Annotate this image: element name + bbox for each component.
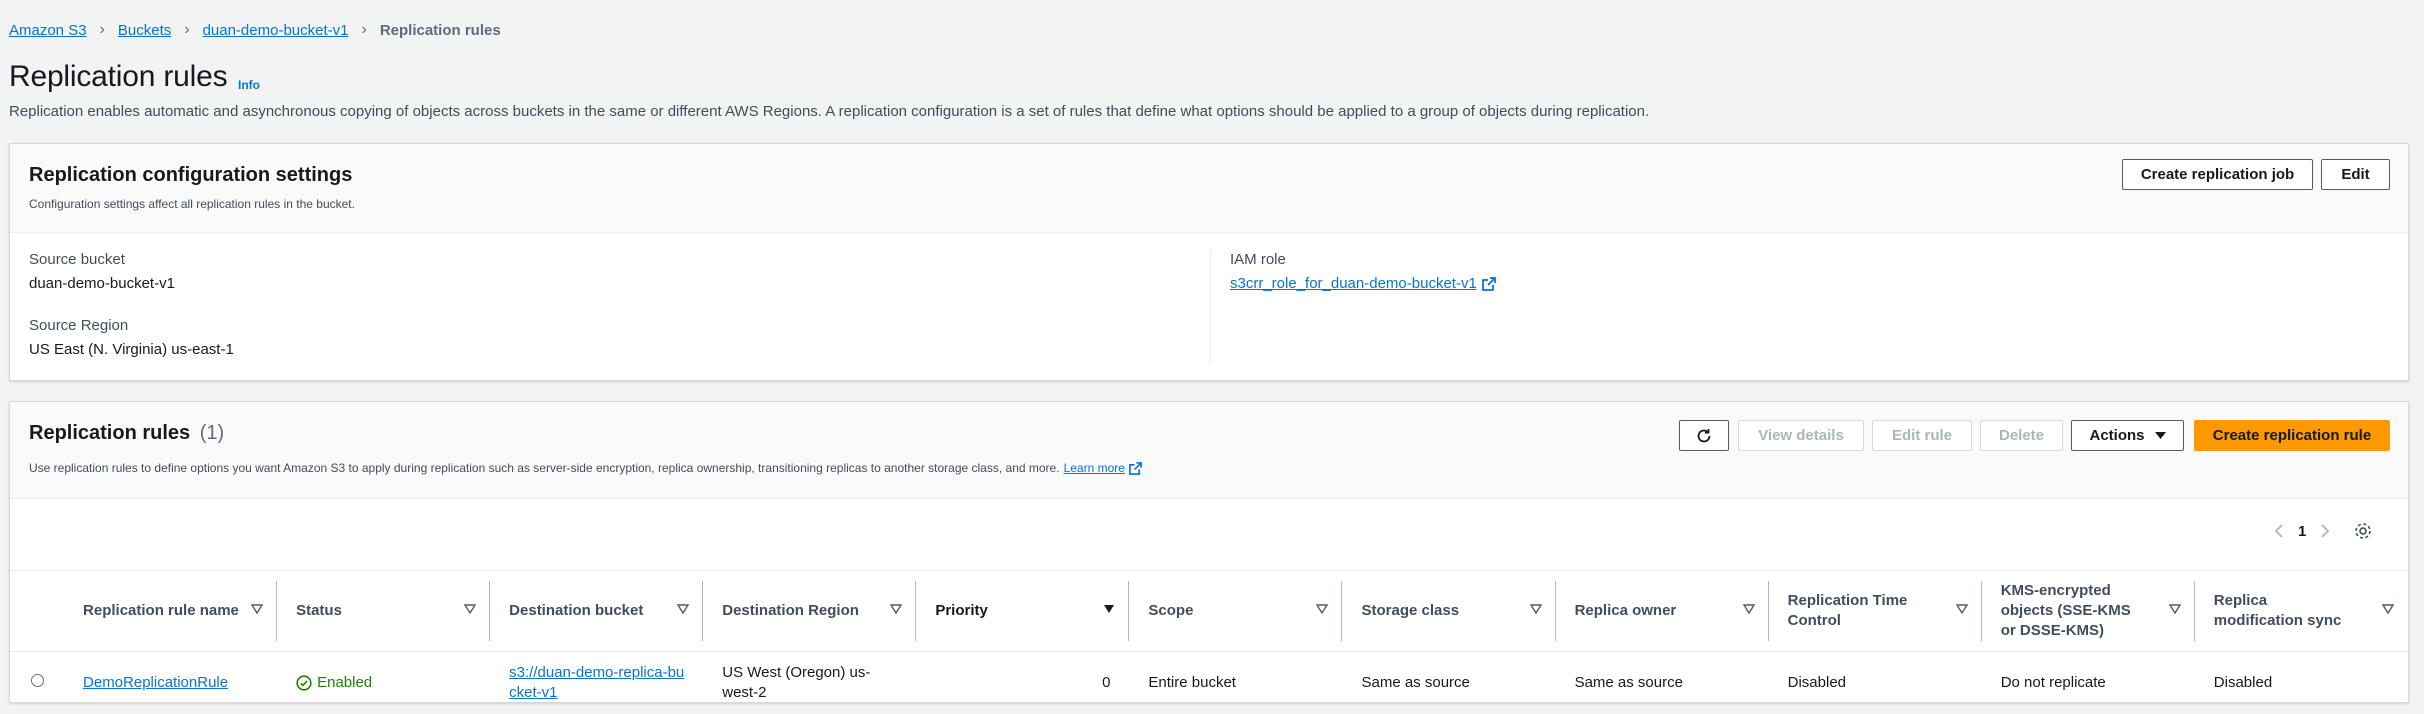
source-bucket-label: Source bucket [29,251,125,268]
previous-page-icon[interactable] [2274,523,2284,539]
rules-panel-header: Replication rules (1) Use replication ru… [10,402,2408,499]
page-number[interactable]: 1 [2298,523,2306,540]
sort-icon [464,603,476,615]
rtc-cell: Disabled [1769,652,1982,714]
table-row[interactable]: DemoReplicationRule Enabled s3://duan-de… [10,652,2408,714]
select-column-header [10,571,64,652]
sort-descending-icon [1103,603,1115,615]
page-title: Replication rules [9,60,227,94]
info-link[interactable]: Info [238,78,260,92]
next-page-icon[interactable] [2320,523,2330,539]
chevron-right-icon: › [184,21,189,39]
config-panel-subtitle: Configuration settings affect all replic… [29,197,355,211]
rules-title-text: Replication rules [29,422,190,444]
actions-button[interactable]: Actions [2071,420,2184,451]
table-header-row: Replication rule name Status Destination… [10,571,2408,652]
rule-name-cell: DemoReplicationRule [64,652,277,714]
destination-region-cell: US West (Oregon) us-west-2 [703,652,916,714]
sort-icon [1956,603,1968,615]
column-header-scope[interactable]: Scope [1129,571,1342,652]
column-header-status[interactable]: Status [277,571,490,652]
breadcrumb: Amazon S3 › Buckets › duan-demo-bucket-v… [9,20,501,40]
learn-more-link[interactable]: Learn more [1064,461,1125,475]
config-panel-header: Replication configuration settings Confi… [10,144,2408,233]
row-radio-button[interactable] [31,674,44,687]
external-link-icon [1129,462,1142,475]
source-region-value: US East (N. Virginia) us-east-1 [29,341,234,358]
column-header-priority[interactable]: Priority [916,571,1129,652]
check-circle-icon [296,675,312,691]
column-header-destination-bucket[interactable]: Destination bucket [490,571,703,652]
delete-button[interactable]: Delete [1980,420,2063,451]
status-text: Enabled [317,673,372,693]
sort-icon [2382,603,2394,615]
column-header-destination-region[interactable]: Destination Region [703,571,916,652]
sort-icon [890,603,902,615]
config-panel-title: Replication configuration settings [29,164,352,187]
view-details-button[interactable]: View details [1738,420,1864,451]
column-header-storage-class[interactable]: Storage class [1342,571,1555,652]
replication-rules-panel: Replication rules (1) Use replication ru… [9,401,2409,703]
replica-mod-sync-cell: Disabled [2195,652,2408,714]
scope-cell: Entire bucket [1129,652,1342,714]
kms-cell: Do not replicate [1982,652,2195,714]
destination-bucket-link[interactable]: s3://duan-demo-replica-bucket-v1 [509,664,684,701]
settings-gear-icon[interactable] [2354,522,2372,540]
edit-config-button[interactable]: Edit [2321,159,2390,190]
destination-bucket-cell: s3://duan-demo-replica-bucket-v1 [490,652,703,714]
iam-role-link[interactable]: s3crr_role_for_duan-demo-bucket-v1 [1230,275,1477,292]
column-header-rtc[interactable]: Replication Time Control [1769,571,1982,652]
sort-icon [1530,603,1542,615]
source-region-label: Source Region [29,317,128,334]
create-replication-rule-button[interactable]: Create replication rule [2194,420,2390,451]
rules-panel-subtitle: Use replication rules to define options … [29,461,1142,475]
column-header-replica-owner[interactable]: Replica owner [1556,571,1769,652]
chevron-right-icon: › [361,21,366,39]
rules-description: Use replication rules to define options … [29,461,1060,475]
breadcrumb-bucket[interactable]: duan-demo-bucket-v1 [203,22,349,39]
priority-cell: 0 [916,652,1129,714]
breadcrumb-buckets[interactable]: Buckets [118,22,171,39]
caret-down-icon [2155,432,2166,440]
refresh-button[interactable] [1679,420,1729,451]
pagination: 1 [2274,522,2372,540]
actions-label: Actions [2089,427,2144,444]
iam-role-label: IAM role [1230,251,1286,268]
column-header-replica-mod-sync[interactable]: Replica modification sync [2195,571,2408,652]
edit-rule-button[interactable]: Edit rule [1872,420,1972,451]
column-divider [1210,250,1211,363]
column-header-rule-name[interactable]: Replication rule name [64,571,277,652]
column-header-kms[interactable]: KMS-encrypted objects (SSE-KMS or DSSE-K… [1982,571,2195,652]
sort-icon [251,603,263,615]
replication-rules-table: Replication rule name Status Destination… [10,570,2408,714]
breadcrumb-current: Replication rules [380,22,501,39]
status-cell: Enabled [277,652,490,714]
refresh-icon [1695,427,1713,445]
iam-role-link-wrap[interactable]: s3crr_role_for_duan-demo-bucket-v1 [1230,275,1496,292]
chevron-right-icon: › [100,21,105,39]
sort-icon [677,603,689,615]
replication-config-panel: Replication configuration settings Confi… [9,143,2409,381]
breadcrumb-amazon-s3[interactable]: Amazon S3 [9,22,87,39]
source-bucket-value: duan-demo-bucket-v1 [29,275,175,292]
sort-icon [1316,603,1328,615]
external-link-icon [1482,277,1496,291]
rule-name-link[interactable]: DemoReplicationRule [83,674,228,691]
sort-icon [2169,603,2181,615]
create-replication-job-button[interactable]: Create replication job [2122,159,2313,190]
rules-panel-title: Replication rules (1) [29,422,224,445]
status-badge: Enabled [296,673,471,693]
replica-owner-cell: Same as source [1556,652,1769,714]
storage-class-cell: Same as source [1342,652,1555,714]
row-select-cell[interactable] [10,652,64,714]
rules-count: (1) [200,422,224,444]
sort-icon [1743,603,1755,615]
page-description: Replication enables automatic and asynch… [9,103,1649,120]
